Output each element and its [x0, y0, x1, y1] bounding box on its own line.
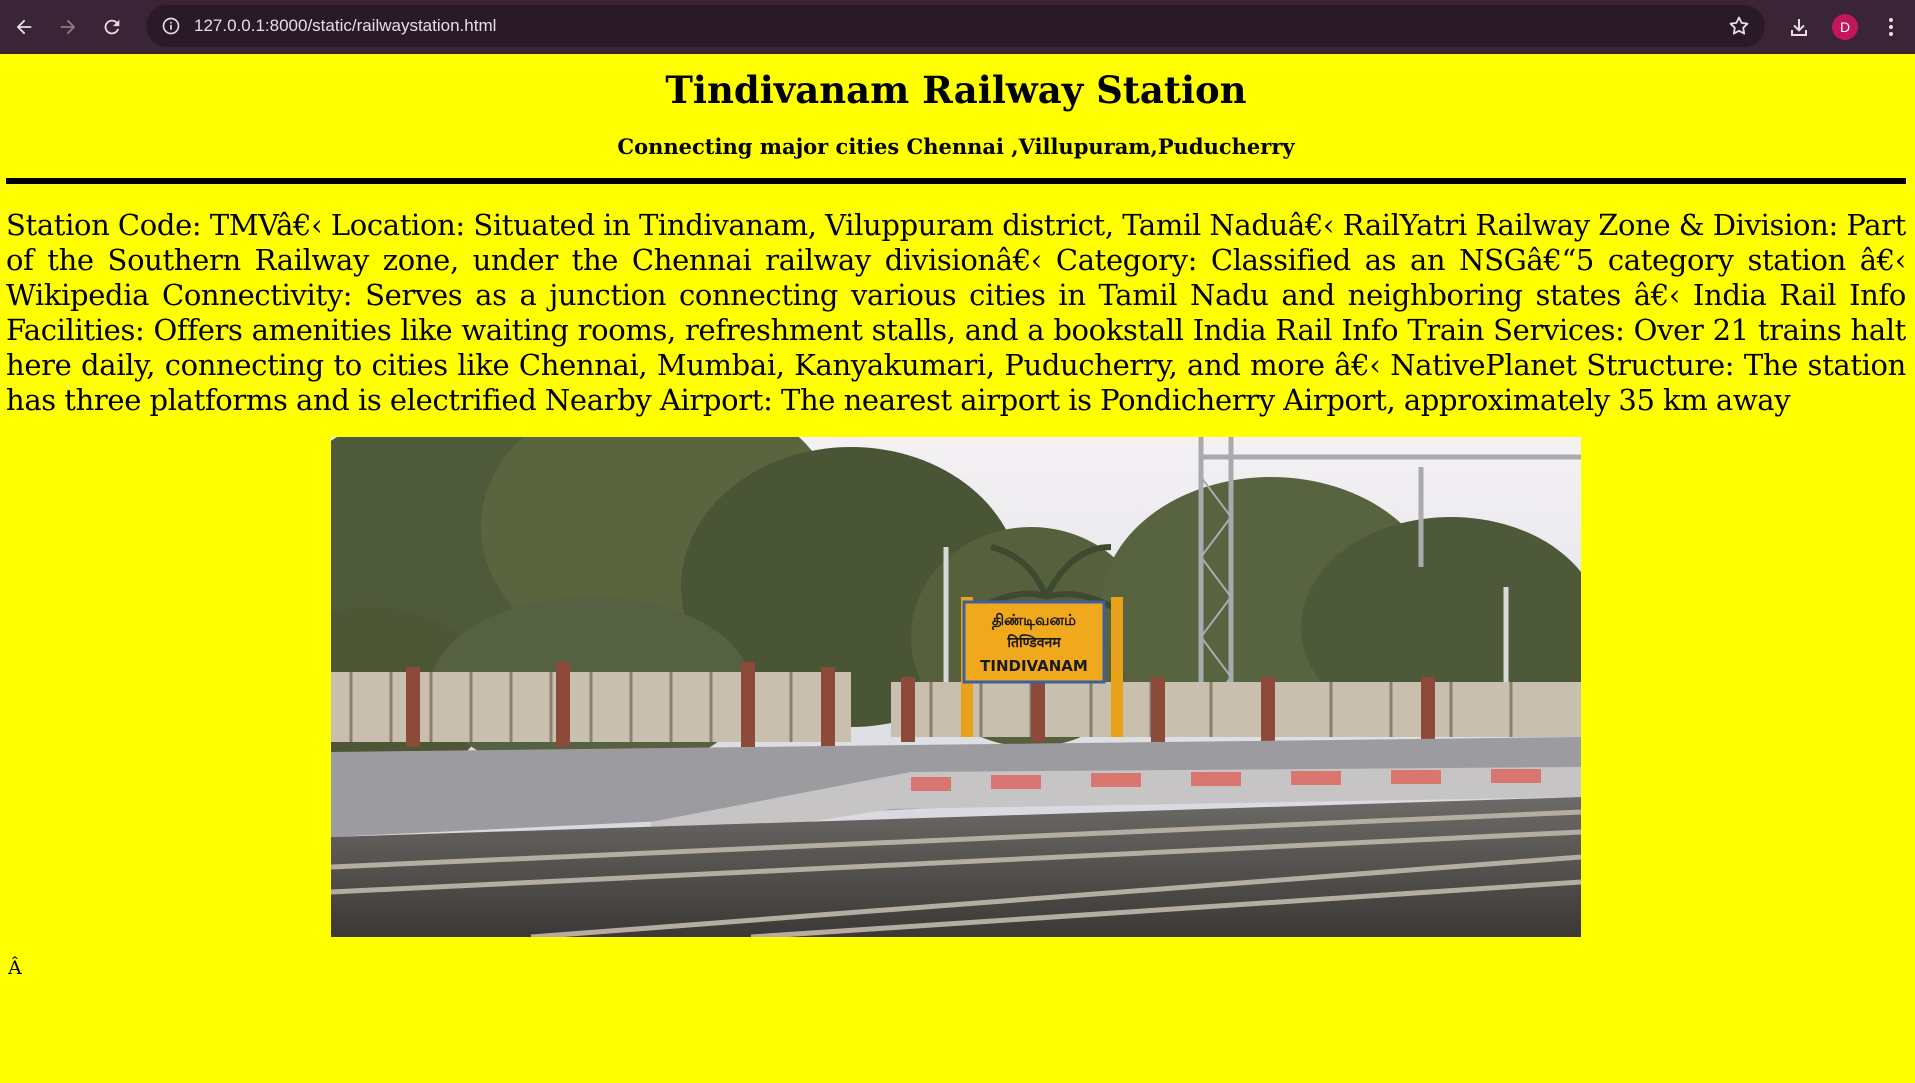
bookmark-star-icon[interactable]: [1727, 14, 1751, 38]
downloads-button[interactable]: [1783, 7, 1815, 47]
divider: [6, 178, 1906, 185]
menu-button[interactable]: [1875, 7, 1907, 47]
sign-english: TINDIVANAM: [980, 657, 1088, 675]
station-photo: திண்டிவனம் तिण्डिवनम TINDIVANAM: [331, 437, 1581, 938]
sign-hindi: तिण्डिवनम: [1006, 634, 1061, 651]
back-arrow-icon: [16, 19, 32, 35]
reload-icon: [104, 19, 120, 35]
reload-button[interactable]: [92, 7, 132, 47]
stray-character: Â: [8, 957, 22, 980]
profile-button[interactable]: D: [1829, 7, 1861, 47]
page-title: Tindivanam Railway Station: [665, 68, 1247, 112]
address-bar[interactable]: 127.0.0.1:8000/static/railwaystation.htm…: [146, 5, 1765, 47]
forward-arrow-icon: [60, 19, 76, 35]
browser-toolbar: 127.0.0.1:8000/static/railwaystation.htm…: [0, 0, 1915, 54]
sign-tamil: திண்டிவனம்: [992, 611, 1076, 630]
avatar: D: [1832, 14, 1858, 40]
url-text: 127.0.0.1:8000/static/railwaystation.htm…: [194, 16, 497, 35]
page-content: Tindivanam Railway Station Connecting ma…: [0, 66, 1915, 979]
download-icon: [1791, 19, 1807, 36]
page-subtitle: Connecting major cities Chennai ,Villupu…: [617, 134, 1295, 160]
back-button[interactable]: [4, 7, 44, 47]
station-info-paragraph: Station Code: TMVâ€‹ Location: Situated …: [6, 208, 1906, 418]
kebab-menu-icon: [1889, 18, 1893, 36]
site-info-icon[interactable]: [160, 15, 182, 37]
forward-button[interactable]: [48, 7, 88, 47]
